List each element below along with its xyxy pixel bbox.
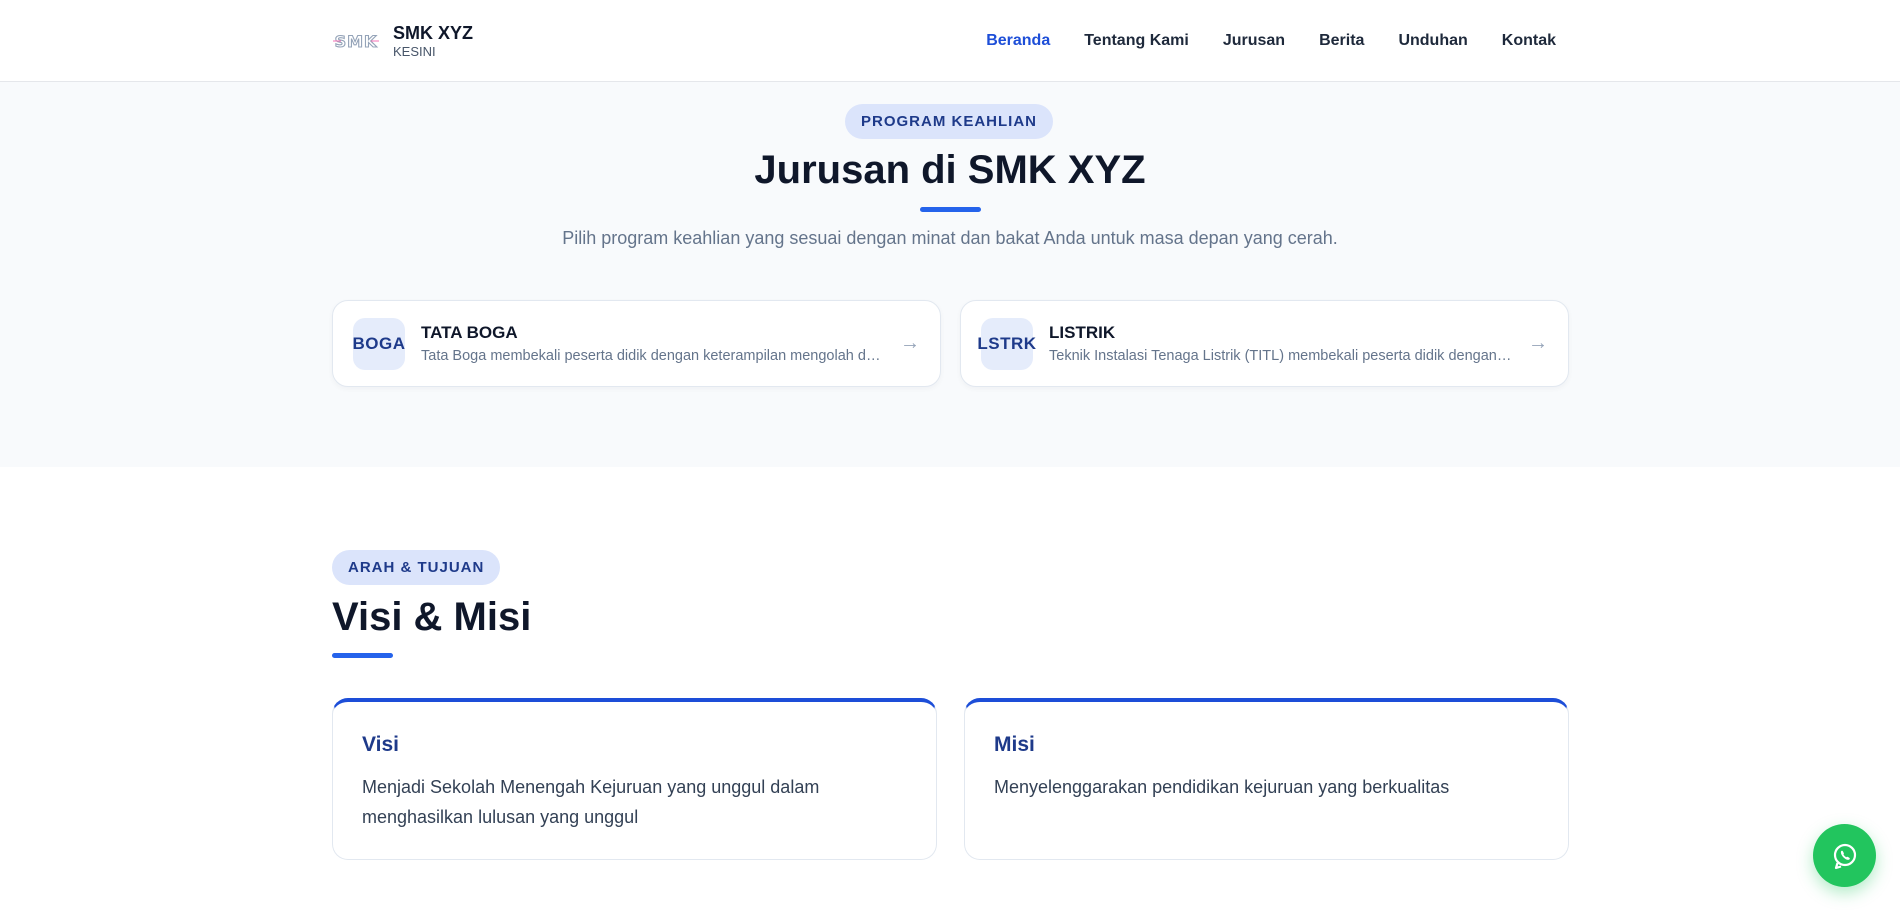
program-title: LISTRIK [1049,322,1116,342]
vision-mission-section: ARAH & TUJUAN Visi & Misi Visi Menjadi S… [0,467,1900,910]
programs-pill: PROGRAM KEAHLIAN [845,104,1053,139]
brand-text: SMK XYZ KESINI [393,23,473,59]
programs-title: Jurusan di SMK XYZ [754,148,1146,192]
visi-card: Visi Menjadi Sekolah Menengah Kejuruan y… [332,698,937,860]
programs-section: PROGRAM KEAHLIAN Jurusan di SMK XYZ Pili… [0,82,1900,467]
program-card-body: TATA BOGA Tata Boga membekali peserta di… [421,322,884,366]
program-card-tata-boga[interactable]: BOGA TATA BOGA Tata Boga membekali peser… [332,300,941,387]
program-card-listrik[interactable]: LSTRK LISTRIK Teknik Instalasi Tenaga Li… [960,300,1569,387]
programs-title-underline [920,207,981,212]
program-title: TATA BOGA [421,322,518,342]
vision-title-underline [332,653,393,658]
nav-beranda[interactable]: Beranda [986,30,1050,52]
programs-subtitle: Pilih program keahlian yang sesuai denga… [562,228,1338,248]
whatsapp-button[interactable] [1813,824,1876,887]
vision-mission-title: Visi & Misi [332,595,532,639]
program-description: Teknik Instalasi Tenaga Listrik (TITL) m… [1049,347,1512,364]
brand-name: SMK XYZ [393,23,474,43]
program-badge: BOGA [353,317,405,370]
program-description: Tata Boga membekali peserta didik dengan… [421,347,884,364]
arrow-right-icon: → [1528,332,1548,354]
whatsapp-icon [1830,841,1860,871]
program-badge: LSTRK [977,317,1036,370]
school-logo-icon: SMK [331,22,381,60]
misi-heading: Misi [994,733,1035,756]
nav-unduhan[interactable]: Unduhan [1398,30,1467,52]
nav-tentang-kami[interactable]: Tentang Kami [1084,30,1189,52]
main-nav: Beranda Tentang Kami Jurusan Berita Undu… [986,30,1556,52]
site-header: SMK SMK XYZ KESINI Beranda Tentang Kami … [0,0,1900,82]
visi-text: Menjadi Sekolah Menengah Kejuruan yang u… [362,777,820,827]
nav-kontak[interactable]: Kontak [1502,30,1556,52]
svg-text:SMK: SMK [335,32,378,51]
misi-card: Misi Menyelenggarakan pendidikan kejurua… [964,698,1569,860]
nav-jurusan[interactable]: Jurusan [1223,30,1285,52]
arrow-right-icon: → [900,332,920,354]
vision-pill: ARAH & TUJUAN [332,550,501,585]
nav-berita[interactable]: Berita [1319,30,1364,52]
misi-text: Menyelenggarakan pendidikan kejuruan yan… [994,777,1450,797]
visi-heading: Visi [362,733,399,756]
brand-subtitle: KESINI [393,44,436,59]
program-card-body: LISTRIK Teknik Instalasi Tenaga Listrik … [1049,322,1512,366]
brand[interactable]: SMK SMK XYZ KESINI [331,22,473,60]
